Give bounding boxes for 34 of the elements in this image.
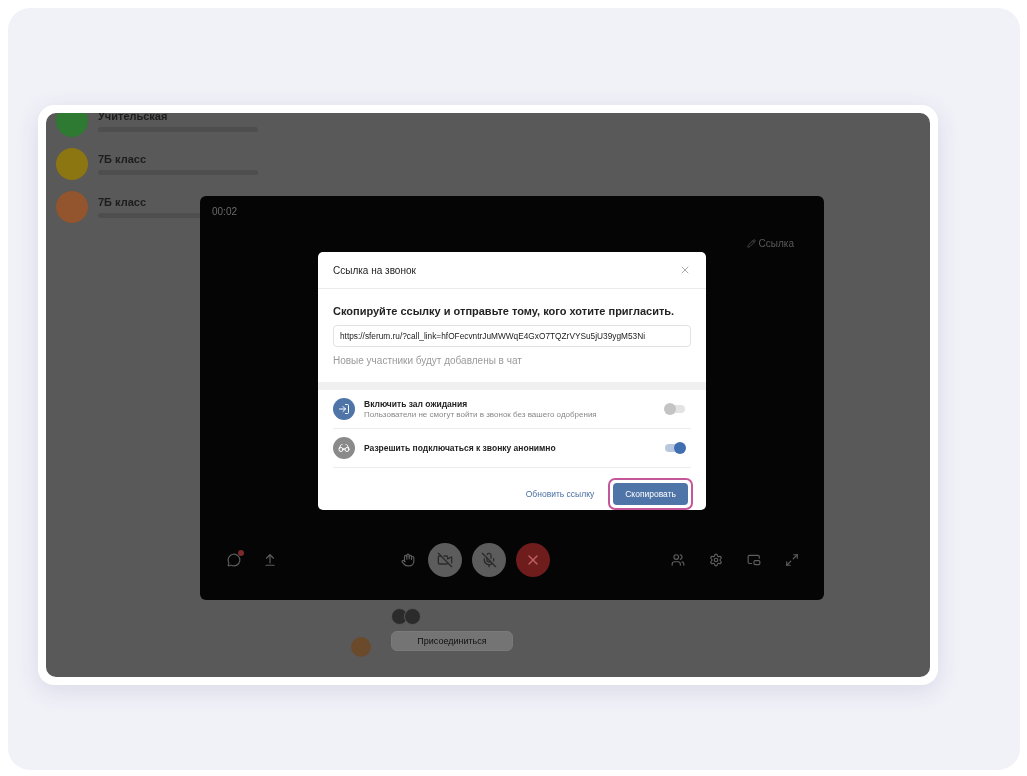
refresh-link-button[interactable]: Обновить ссылку xyxy=(525,489,595,499)
chat-icon xyxy=(227,553,241,567)
close-icon[interactable] xyxy=(679,264,691,276)
chat-name: 7Б класс xyxy=(98,195,148,208)
participant-avatar xyxy=(404,608,421,625)
chat-name: 7Б класс xyxy=(98,152,148,165)
camera-off-button[interactable] xyxy=(428,543,462,577)
join-button[interactable]: Присоединиться xyxy=(391,631,513,651)
microphone-off-button[interactable] xyxy=(472,543,506,577)
link-button[interactable]: Ссылка xyxy=(746,238,794,249)
pencil-icon xyxy=(746,239,756,248)
user-avatar xyxy=(351,637,371,657)
link-field[interactable]: https://sferum.ru/?call_link=hfOFecvntrJuMWWqE4GxO7TQZrVYSu5jU39ygM53Ni xyxy=(333,325,691,347)
call-timer: 00:02 xyxy=(212,206,238,217)
close-button[interactable] xyxy=(516,543,550,577)
dialog-title: Ссылка на звонок xyxy=(333,264,416,276)
toggle-switch[interactable] xyxy=(665,444,685,452)
hand-icon xyxy=(401,553,415,567)
expand-icon xyxy=(785,553,799,567)
dialog-heading: Скопируйте ссылку и отправьте тому, кого хотите пригласить. xyxy=(333,305,676,317)
settings-icon xyxy=(709,553,723,567)
copy-button[interactable]: Скопировать xyxy=(613,483,688,505)
link-label: Ссылка xyxy=(758,238,794,249)
microphone-off-icon xyxy=(481,552,497,568)
option-title: Включить зал ожидания xyxy=(364,399,469,409)
enter-icon xyxy=(333,398,355,420)
people-icon xyxy=(671,553,685,567)
picture-in-picture-icon xyxy=(747,553,761,567)
option-title: Разрешить подключаться к звонку анонимно xyxy=(364,443,557,453)
option-subtitle: Пользователи не смогут войти в звонок без вашего одобрения xyxy=(364,410,598,419)
upload-icon xyxy=(263,553,277,567)
dialog-note: Новые участники будут добавлены в чат xyxy=(333,355,523,366)
camera-off-icon xyxy=(437,552,453,568)
toggle-switch[interactable] xyxy=(665,405,685,413)
